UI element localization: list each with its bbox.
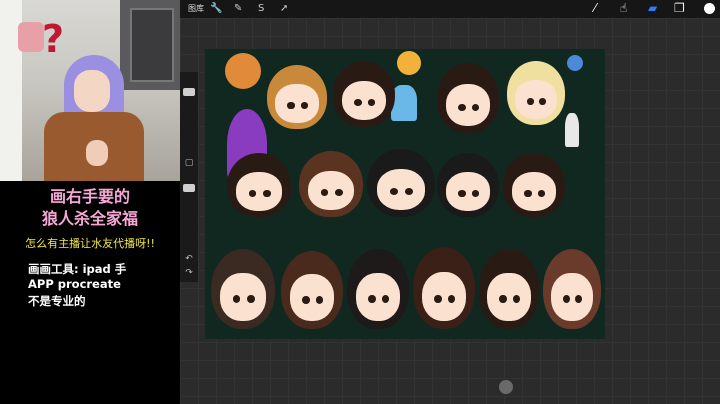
logo-question-mark: ?	[41, 17, 64, 61]
channel-logo: ?	[18, 18, 64, 60]
planet-decoration	[225, 53, 261, 89]
tool-info-line-3: 不是专业的	[28, 294, 86, 308]
title-line-2: 狼人杀全家福	[41, 209, 138, 228]
chibi-character	[333, 61, 395, 127]
color-icon[interactable]	[704, 3, 715, 14]
quickmenu-button[interactable]	[499, 380, 513, 394]
chibi-character	[413, 247, 475, 329]
streamer-hand	[86, 140, 108, 166]
stream-info-overlay: 画右手要的 狼人杀全家福 怎么有主播让水友代播呀!! 画画工具: ipad 手 …	[0, 181, 180, 404]
rocket-decoration	[565, 113, 579, 147]
modify-button[interactable]: ▢	[183, 158, 195, 169]
side-sliders: ▢ ↶ ↷	[180, 72, 198, 282]
undo-icon[interactable]: ↶	[183, 254, 195, 265]
procreate-app: 图库 🔧 ✎ S ➚ ⁄ ☝ ▰ ❐ ▢ ↶ ↷	[180, 0, 720, 404]
chibi-character	[299, 151, 363, 217]
wrench-icon[interactable]: 🔧	[210, 2, 222, 15]
chibi-character	[479, 249, 539, 329]
chibi-character	[347, 249, 409, 329]
background-device	[130, 8, 174, 82]
sun-decoration	[397, 51, 421, 75]
selection-icon[interactable]: S	[258, 2, 264, 15]
chibi-character	[281, 251, 343, 329]
smudge-icon[interactable]: ☝	[620, 1, 627, 16]
chibi-character	[227, 153, 291, 217]
chibi-character	[211, 249, 275, 329]
webcam-feed: ?	[0, 0, 180, 181]
artwork-canvas[interactable]	[205, 49, 605, 339]
top-toolbar: 图库 🔧 ✎ S ➚ ⁄ ☝ ▰ ❐	[180, 0, 720, 18]
magic-wand-icon[interactable]: ✎	[234, 2, 242, 15]
gallery-button[interactable]: 图库	[188, 3, 204, 14]
title-line-1: 画右手要的	[49, 187, 130, 206]
streamer-face	[74, 70, 110, 112]
chibi-character	[437, 153, 499, 217]
earth-decoration	[567, 55, 583, 71]
chibi-character	[507, 61, 565, 125]
tool-info-line-2: APP procreate	[28, 277, 121, 291]
chibi-character	[503, 153, 565, 217]
tool-info-line-1: 画画工具: ipad 手	[28, 262, 127, 276]
logo-shape	[18, 22, 44, 52]
chibi-character	[437, 63, 499, 133]
brush-size-slider[interactable]	[183, 88, 195, 96]
chibi-character	[543, 249, 601, 329]
eraser-icon[interactable]: ▰	[648, 1, 657, 16]
redo-icon[interactable]: ↷	[183, 268, 195, 279]
layers-icon[interactable]: ❐	[674, 1, 685, 16]
subtitle: 怎么有主播让水友代播呀!!	[25, 237, 155, 250]
transform-icon[interactable]: ➚	[280, 2, 288, 15]
brush-icon[interactable]: ⁄	[594, 1, 596, 16]
opacity-slider[interactable]	[183, 184, 195, 192]
chibi-character	[267, 65, 327, 129]
chibi-character	[367, 149, 435, 217]
